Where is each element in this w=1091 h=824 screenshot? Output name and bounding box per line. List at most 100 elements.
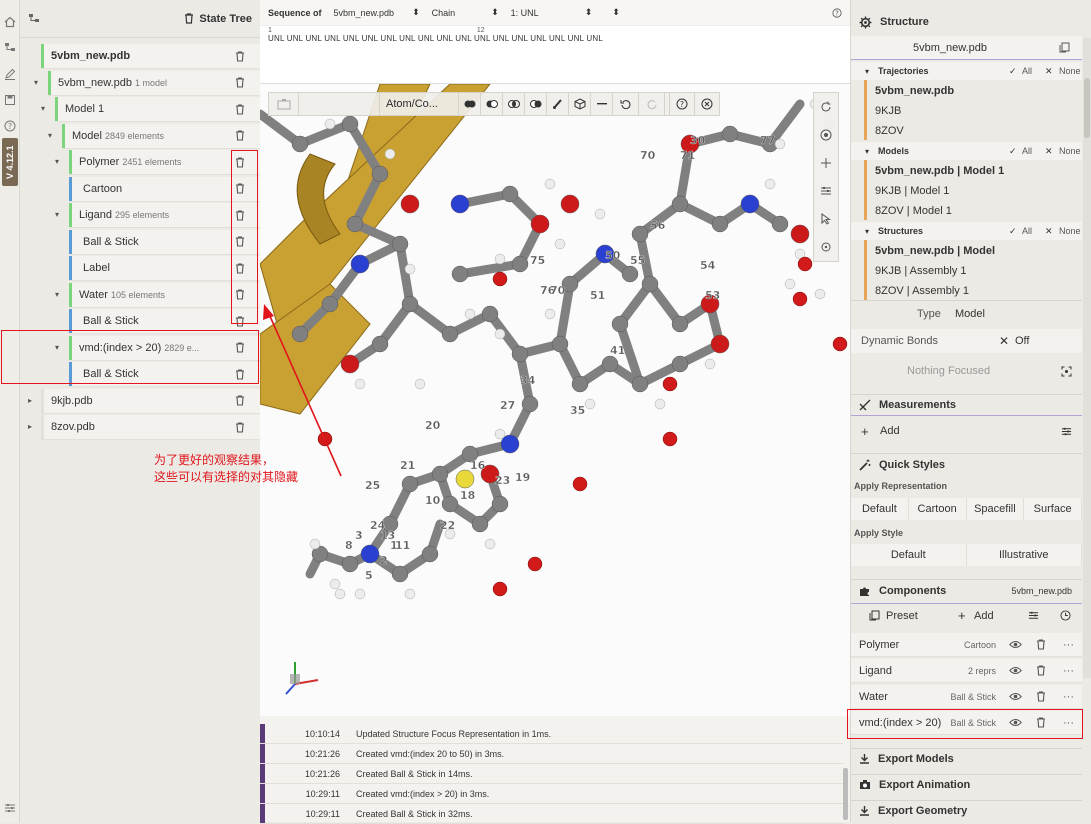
representation-button[interactable]: Cartoon — [908, 498, 967, 520]
state-tree-row[interactable]: Ligand 295 elements — [69, 203, 274, 228]
save-icon[interactable] — [2, 92, 18, 108]
select-none-button[interactable]: None — [1059, 146, 1081, 156]
focus-target-icon[interactable] — [1061, 366, 1072, 377]
chevron-down-icon[interactable]: ▾ — [55, 157, 59, 166]
state-tree-row[interactable]: Polymer 2451 elements — [69, 150, 274, 175]
state-tree-row[interactable]: 9kjb.pdb — [41, 388, 274, 414]
measurements-section-header[interactable]: Measurements — [851, 394, 1082, 416]
selection-item[interactable]: 5vbm_new.pdb | Model — [851, 241, 1082, 261]
right-panel-scrollbar[interactable] — [1083, 38, 1091, 678]
close-icon[interactable] — [695, 93, 719, 115]
trash-icon[interactable] — [231, 392, 249, 410]
representation-button[interactable]: Spacefill — [966, 498, 1025, 520]
quick-styles-section-header[interactable]: Quick Styles — [851, 453, 1082, 475]
state-tree-row[interactable]: Water 105 elements — [69, 282, 274, 308]
state-tree-row[interactable]: Cartoon — [69, 176, 274, 202]
help-icon[interactable]: ? — [669, 93, 695, 115]
subtract-icon[interactable] — [481, 93, 503, 115]
selection-group-header[interactable]: ▾ Structures ✓ All ✕ None — [851, 222, 1082, 240]
select-none-button[interactable]: None — [1059, 226, 1081, 236]
settings-sliders-icon[interactable] — [2, 800, 18, 816]
trash-icon[interactable] — [1036, 665, 1046, 676]
eye-icon[interactable] — [1009, 692, 1022, 701]
trash-icon[interactable] — [231, 365, 249, 383]
intersect-icon[interactable] — [503, 93, 525, 115]
controls-icon[interactable] — [814, 149, 838, 177]
help-icon[interactable]: ? — [2, 118, 18, 134]
home-icon[interactable] — [2, 14, 18, 30]
set-icon[interactable] — [525, 93, 547, 115]
cursor-icon[interactable] — [814, 205, 838, 233]
more-icon[interactable]: ··· — [1063, 717, 1074, 729]
tree-icon[interactable] — [2, 40, 18, 56]
component-row[interactable]: Ligand 2 reprs ··· — [851, 659, 1082, 683]
state-tree-row[interactable]: Model 1 — [55, 97, 274, 122]
trash-icon[interactable] — [231, 153, 249, 171]
preset-button[interactable]: Preset — [886, 610, 918, 622]
trash-icon[interactable] — [231, 74, 249, 92]
updown-icon[interactable]: ⬍ — [612, 7, 620, 18]
chevron-down-icon[interactable]: ▾ — [865, 227, 869, 236]
copy-icon[interactable] — [1059, 42, 1070, 53]
trash-icon[interactable] — [1036, 717, 1046, 728]
export-models-button[interactable]: Export Models — [851, 748, 1082, 768]
eye-icon[interactable] — [1009, 718, 1022, 727]
measurements-add-row[interactable]: + Add — [851, 420, 1082, 442]
trash-icon[interactable] — [1036, 691, 1046, 702]
state-tree-row[interactable]: Model 2849 elements — [62, 123, 274, 149]
selection-mode-button[interactable] — [269, 93, 299, 115]
log-scrollbar[interactable] — [843, 768, 848, 820]
minus-icon[interactable] — [591, 93, 613, 115]
selection-item[interactable]: 8ZOV | Model 1 — [851, 201, 1082, 221]
selection-item[interactable]: 5vbm_new.pdb — [851, 81, 1082, 101]
3d-viewport[interactable]: 30 70 71 77 56 55 54 53 51 50 41 27 35 34 20 21 16 19 18 10… — [260, 84, 850, 716]
selection-group-header[interactable]: ▾ Models ✓ All ✕ None — [851, 142, 1082, 160]
trash-icon[interactable] — [231, 233, 249, 251]
structure-select[interactable]: 5vbm_new.pdb ⬍ — [334, 7, 420, 18]
selection-item[interactable]: 9KJB | Assembly 1 — [851, 261, 1082, 281]
help-icon[interactable]: ? — [832, 7, 842, 18]
trash-icon[interactable] — [231, 180, 249, 198]
select-all-button[interactable]: All — [1022, 66, 1032, 76]
trash-icon[interactable] — [231, 127, 249, 145]
state-tree-row[interactable]: Ball & Stick — [69, 309, 274, 334]
state-tree-row[interactable]: vmd:(index > 20) 2829 e... — [69, 335, 274, 361]
union-icon[interactable] — [459, 93, 481, 115]
chevron-down-icon[interactable]: ▾ — [41, 104, 45, 113]
chain-select[interactable]: 1: UNL ⬍ — [511, 7, 593, 18]
screenshot-icon[interactable] — [814, 121, 838, 149]
trash-icon[interactable] — [231, 418, 249, 436]
chevron-down-icon[interactable]: ▾ — [55, 343, 59, 352]
select-all-button[interactable]: All — [1022, 146, 1032, 156]
style-button[interactable]: Default — [851, 544, 967, 566]
representation-button[interactable]: Default — [851, 498, 909, 520]
measurements-add-button[interactable]: Add — [880, 425, 900, 437]
state-tree-row[interactable]: Ball & Stick — [69, 229, 274, 255]
target-icon[interactable] — [814, 233, 838, 261]
dynamic-bonds-row[interactable]: Dynamic Bonds ✕ Off — [851, 329, 1082, 353]
selection-item[interactable]: 9KJB — [851, 101, 1082, 121]
more-icon[interactable]: ··· — [1063, 665, 1074, 677]
trash-icon[interactable] — [231, 286, 249, 304]
components-section-header[interactable]: Components 5vbm_new.pdb — [851, 579, 1082, 601]
eye-icon[interactable] — [1009, 640, 1022, 649]
trash-icon[interactable] — [1036, 639, 1046, 650]
edit-icon[interactable] — [2, 66, 18, 82]
export-geometry-button[interactable]: Export Geometry — [851, 800, 1082, 820]
state-tree-row[interactable]: 8zov.pdb — [41, 415, 274, 440]
redo-icon[interactable] — [639, 93, 665, 115]
granularity-select[interactable]: Atom/Co... — [379, 93, 459, 115]
tree-icon[interactable] — [28, 13, 40, 25]
representation-button[interactable]: Surface — [1024, 498, 1082, 520]
selection-item[interactable]: 8ZOV | Assembly 1 — [851, 281, 1082, 301]
chevron-down-icon[interactable]: ▾ — [865, 147, 869, 156]
sequence-residues[interactable]: UNL UNL UNL UNL UNL UNL UNL UNL UNL UNL … — [268, 34, 603, 43]
cube-icon[interactable] — [569, 93, 591, 115]
settings-sliders-icon[interactable] — [814, 177, 838, 205]
structure-section-header[interactable]: Structure — [851, 12, 1082, 32]
style-button[interactable]: Illustrative — [966, 544, 1082, 566]
select-none-button[interactable]: None — [1059, 66, 1081, 76]
components-add-button[interactable]: Add — [974, 610, 994, 622]
chevron-down-icon[interactable]: ▾ — [55, 290, 59, 299]
chevron-down-icon[interactable]: ▾ — [865, 67, 869, 76]
